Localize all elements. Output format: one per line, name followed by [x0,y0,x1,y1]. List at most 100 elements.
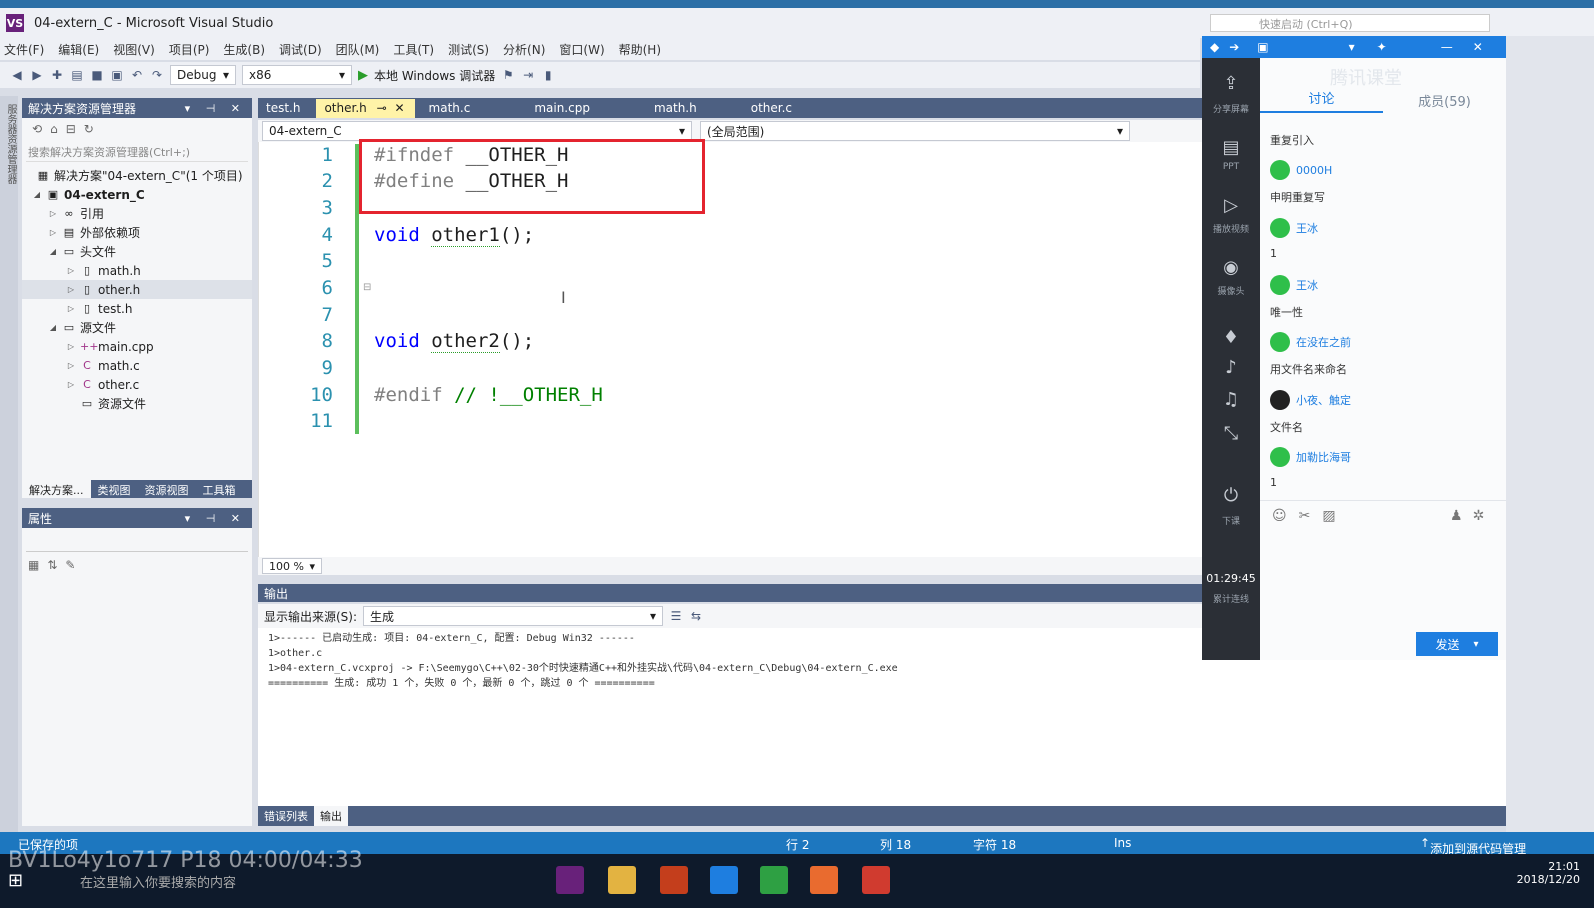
close-icon[interactable]: ✕ [394,101,404,115]
clear-all-icon[interactable]: ☰ [669,609,683,623]
tab-class-view[interactable]: 类视图 [91,480,138,498]
tree-resource-files[interactable]: ▭ 资源文件 [22,394,252,413]
menu-project[interactable]: 项目(P) [169,41,210,58]
run-button-label[interactable]: 本地 Windows 调试器 [374,67,495,84]
pin-icon[interactable]: ◆ [1210,40,1219,54]
tab-math-h[interactable]: math.h [646,99,707,118]
tree-references[interactable]: ▷ ∞ 引用 [22,204,252,223]
platform-select[interactable]: x86 ▾ [242,65,352,85]
menu-window[interactable]: 窗口(W) [559,41,604,58]
share-screen-icon[interactable]: ⇪ [1217,70,1245,98]
collapse-marker-icon[interactable]: ⊟ [363,282,371,293]
red-app-taskbar-icon[interactable] [862,866,890,894]
collapsed-icon[interactable]: ▷ [66,342,76,351]
tree-solution[interactable]: ▦ 解决方案"04-extern_C"(1 个项目) [22,166,252,185]
source-control-button[interactable]: ↑ 添加到源代码管理 [1420,836,1526,856]
expanded-icon[interactable]: ◢ [32,190,42,199]
tree-math-c[interactable]: ▷ Cmath.c [22,356,252,375]
menu-analyze[interactable]: 分析(N) [503,41,545,58]
pin-top-icon[interactable]: ✦ [1377,40,1387,54]
tree-external-deps[interactable]: ▷ ▤ 外部依赖项 [22,223,252,242]
chat-sender-name[interactable]: 王冰 [1296,277,1318,293]
pin-icon[interactable]: ⊸ [377,101,387,115]
menu-build[interactable]: 生成(B) [223,41,265,58]
chat-sender-name[interactable]: 在没在之前 [1296,334,1351,350]
tree-source-files[interactable]: ◢ ▭ 源文件 [22,318,252,337]
tree-project[interactable]: ◢ ▣ 04-extern_C [22,185,252,204]
fullscreen-icon[interactable]: ⤡ [1217,420,1245,448]
camera-icon[interactable]: ◉ [1217,254,1245,282]
scope-dropdown[interactable]: (全局范围) ▾ [700,121,1130,141]
tab-discuss[interactable]: 讨论 [1260,88,1383,113]
menu-tools[interactable]: 工具(T) [393,41,434,58]
chat-sender-name[interactable]: 小夜、触定 [1296,392,1351,408]
categorized-icon[interactable]: ▦ [28,558,39,572]
chat-sender-name[interactable]: 王冰 [1296,220,1318,236]
tab-error-list[interactable]: 错误列表 [258,806,314,826]
menu-view[interactable]: 视图(V) [113,41,155,58]
home-icon[interactable]: ⌂ [50,122,58,136]
tab-output[interactable]: 输出 [314,806,348,826]
refresh-icon[interactable]: ↻ [84,122,94,136]
window-icon[interactable]: ▣ [1257,40,1268,54]
alphabetical-icon[interactable]: ⇅ [47,558,57,572]
menu-debug[interactable]: 调试(D) [279,41,322,58]
tree-other-c[interactable]: ▷ Cother.c [22,375,252,394]
expanded-icon[interactable]: ◢ [48,323,58,332]
config-select[interactable]: Debug ▾ [170,65,236,85]
tree-math-h[interactable]: ▷ ▯ math.h [22,261,252,280]
tree-other-h[interactable]: ▷ ▯ other.h [22,280,252,299]
tab-other-c[interactable]: other.c [743,99,802,118]
chat-sender-name[interactable]: 加勒比海哥 [1296,449,1351,465]
collapsed-icon[interactable]: ▷ [66,380,76,389]
avatar[interactable] [1270,160,1290,180]
avatar[interactable] [1270,218,1290,238]
collapsed-icon[interactable]: ▷ [48,209,58,218]
tab-other-h[interactable]: other.h ⊸ ✕ [316,99,415,118]
attach-icon[interactable]: ⚑ [501,68,515,82]
pane-controls[interactable]: ▾ ⊣ ✕ [185,102,246,115]
sync-icon[interactable]: ⟲ [32,122,42,136]
minimize-icon[interactable]: — [1441,40,1453,54]
avatar[interactable] [1270,447,1290,467]
zoom-select[interactable]: 100 % ▾ [262,558,322,574]
redo-icon[interactable]: ↷ [150,68,164,82]
menu-team[interactable]: 团队(M) [336,41,380,58]
tab-solution[interactable]: 解决方案... [22,480,91,498]
collapsed-icon[interactable]: ▷ [66,361,76,370]
ppt-icon[interactable]: ▤ [1217,134,1245,162]
server-explorer-tab[interactable]: 服务器资源管理器 [3,104,18,184]
vs-taskbar-icon[interactable] [556,866,584,894]
tab-resource-view[interactable]: 资源视图 [138,480,196,498]
menu-edit[interactable]: 编辑(E) [58,41,99,58]
collapsed-icon[interactable]: ▷ [66,304,76,313]
end-class-icon[interactable]: ⏻ [1217,482,1245,510]
powerpoint-taskbar-icon[interactable] [660,866,688,894]
image-icon[interactable]: ▨ [1322,508,1335,524]
tab-toolbox[interactable]: 工具箱 [196,480,243,498]
classroom-taskbar-icon[interactable] [710,866,738,894]
word-wrap-icon[interactable]: ⇆ [689,609,703,623]
tree-header-files[interactable]: ◢ ▭ 头文件 [22,242,252,261]
windows-start-icon[interactable]: ⊞ [8,870,23,891]
chat-sender-name[interactable]: 0000H [1296,164,1332,177]
solution-search-input[interactable]: 搜索解决方案资源管理器(Ctrl+;) [26,140,248,162]
menu-file[interactable]: 文件(F) [4,41,44,58]
bookmark-icon[interactable]: ▮ [541,68,555,82]
pane-controls[interactable]: ▾ ⊣ ✕ [185,512,246,525]
send-button[interactable]: 发送 ▾ [1416,632,1498,656]
user-icon[interactable]: ♟ [1450,508,1463,524]
wrench-icon[interactable]: ✎ [65,558,75,572]
new-project-icon[interactable]: ✚ [50,68,64,82]
save-all-icon[interactable]: ▣ [110,68,124,82]
output-source-select[interactable]: 生成 ▾ [363,606,664,626]
save-icon[interactable]: ■ [90,68,104,82]
music-icon[interactable]: ♫ [1217,386,1245,414]
explorer-taskbar-icon[interactable] [608,866,636,894]
settings-icon[interactable]: ✲ [1473,508,1485,524]
start-debug-icon[interactable]: ▶ [358,68,368,83]
forward-icon[interactable]: ▶ [30,68,44,82]
tree-test-h[interactable]: ▷ ▯ test.h [22,299,252,318]
close-icon[interactable]: ✕ [1473,40,1483,54]
collapsed-icon[interactable]: ▷ [66,266,76,275]
